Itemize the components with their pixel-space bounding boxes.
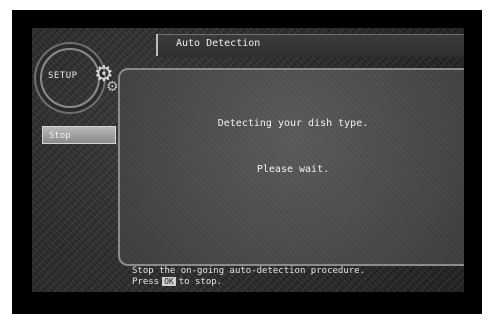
help-press: Press bbox=[132, 277, 160, 287]
help-text: Stop the on-going auto-detection procedu… bbox=[132, 266, 365, 288]
ok-key-icon: OK bbox=[162, 277, 176, 286]
tv-frame: SETUP ⚙ ⚙ Auto Detection Stop Detecting … bbox=[12, 10, 482, 314]
setup-logo: SETUP ⚙ ⚙ bbox=[36, 36, 126, 116]
logo-text: SETUP bbox=[48, 71, 78, 81]
help-to-stop: to stop. bbox=[178, 277, 223, 287]
header-divider bbox=[156, 34, 158, 56]
help-line-1: Stop the on-going auto-detection procedu… bbox=[132, 266, 365, 276]
detection-dialog: Detecting your dish type. Please wait. bbox=[118, 68, 464, 266]
stop-button[interactable]: Stop bbox=[42, 126, 116, 144]
detecting-message: Detecting your dish type. bbox=[217, 118, 369, 129]
setup-screen: SETUP ⚙ ⚙ Auto Detection Stop Detecting … bbox=[32, 28, 464, 292]
wait-message: Please wait. bbox=[256, 164, 330, 175]
page-title: Auto Detection bbox=[176, 38, 261, 49]
help-line-2: Press OK to stop. bbox=[132, 277, 365, 288]
